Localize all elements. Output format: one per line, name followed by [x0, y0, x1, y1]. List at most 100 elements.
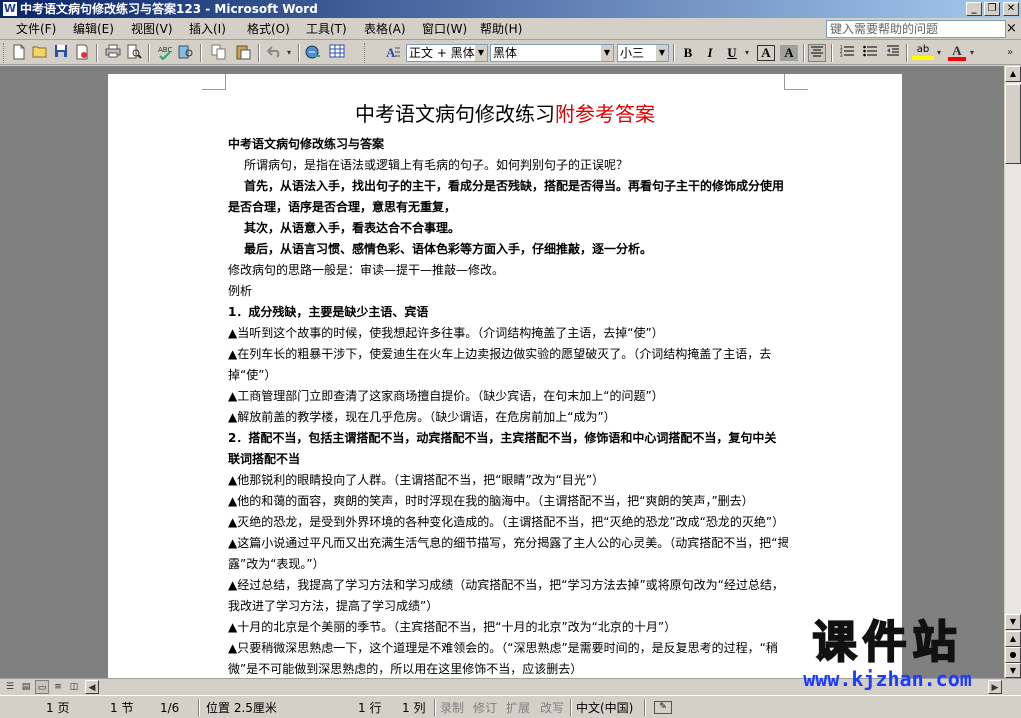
minimize-button[interactable]: _	[966, 2, 982, 16]
toolbar-separator	[148, 44, 150, 62]
margin-corner-top-right	[784, 74, 808, 90]
highlight-button[interactable]: ab	[912, 44, 934, 62]
status-ext[interactable]: 扩展	[506, 700, 530, 716]
highlight-dropdown-icon[interactable]: ▾	[934, 44, 944, 62]
bold-button[interactable]: B	[678, 44, 698, 62]
underline-dropdown-icon[interactable]: ▾	[742, 44, 752, 62]
menu-edit[interactable]: 编辑(E)	[70, 21, 117, 37]
toolbar-separator	[298, 44, 300, 62]
document-line: 最后，从语言习惯、感情色彩、语体色彩等方面入手，仔细推敲，逐一分析。	[244, 242, 653, 256]
save-icon[interactable]	[52, 44, 70, 62]
normal-view-icon[interactable]: ☰	[3, 680, 17, 694]
document-line: ▲灭绝的恐龙，是受到外界环境的各种变化造成的。（主谓搭配不当，把“灭绝的恐龙”改…	[228, 515, 785, 529]
help-search-input[interactable]: 键入需要帮助的问题	[826, 20, 1006, 38]
highlight-glyph: ab	[916, 44, 930, 55]
watermark-url: www.kjzhan.com	[803, 667, 972, 691]
font-select[interactable]: 黑体 ▼	[490, 44, 614, 62]
document-line: 1．成分残缺，主要是缺少主语、宾语	[228, 305, 429, 319]
scroll-left-icon[interactable]: ◀	[85, 680, 99, 694]
web-view-icon[interactable]: ▤	[19, 680, 33, 694]
menu-tools[interactable]: 工具(T)	[303, 21, 350, 37]
toolbar-separator	[258, 44, 260, 62]
menu-window[interactable]: 窗口(W)	[419, 21, 470, 37]
margin-corner-top-left	[202, 74, 226, 90]
open-folder-icon[interactable]	[31, 44, 49, 62]
char-border-button[interactable]: A	[757, 45, 775, 61]
status-line: 1 行	[358, 701, 382, 715]
menu-format[interactable]: 格式(O)	[244, 21, 293, 37]
spelling-icon[interactable]: ABC	[156, 44, 174, 62]
close-button[interactable]: ✕	[1003, 2, 1019, 16]
document-page[interactable]: 中考语文病句修改练习附参考答案 中考语文病句修改练习与答案 所谓病句，是指在语法或…	[108, 74, 902, 678]
reading-view-icon[interactable]: ◫	[67, 680, 81, 694]
undo-icon[interactable]	[266, 44, 284, 62]
font-select-value: 黑体	[493, 46, 518, 60]
vertical-scrollbar[interactable]: ▲ ▼ ▲ ● ▼	[1004, 66, 1021, 678]
toolbar-separator	[96, 44, 98, 62]
status-separator	[434, 699, 436, 716]
word-app-icon[interactable]: W	[3, 2, 17, 16]
research-icon[interactable]	[177, 44, 195, 62]
font-color-button[interactable]: A	[948, 44, 966, 62]
menu-view[interactable]: 视图(V)	[128, 21, 176, 37]
document-line: ▲解放前盖的教学楼，现在几乎危房。（缺少谓语，在危房前加上“成为”）	[228, 410, 616, 424]
numbering-icon[interactable]: 123	[838, 44, 856, 62]
toolbar-separator	[803, 44, 805, 62]
select-browse-object-icon[interactable]: ●	[1005, 647, 1021, 663]
char-shading-button[interactable]: A	[780, 45, 798, 61]
document-area: 中考语文病句修改练习附参考答案 中考语文病句修改练习与答案 所谓病句，是指在语法或…	[0, 66, 1004, 678]
print-layout-view-icon[interactable]: ▭	[35, 680, 49, 694]
toolbar-grip[interactable]	[364, 43, 367, 63]
toolbar-grip[interactable]	[3, 43, 6, 63]
print-icon[interactable]	[104, 44, 122, 62]
help-close-icon[interactable]: ×	[1006, 21, 1017, 37]
scroll-up-icon[interactable]: ▲	[1005, 66, 1021, 82]
style-select[interactable]: 正文 + 黑体 ▼	[406, 44, 488, 62]
spelling-status-icon[interactable]: ✎	[654, 701, 672, 714]
underline-button[interactable]: U	[722, 44, 742, 62]
font-color-glyph: A	[952, 43, 962, 58]
document-line: 所谓病句，是指在语法或逻辑上有毛病的句子。如何判别句子的正误呢？	[244, 158, 629, 172]
scroll-down-icon[interactable]: ▼	[1005, 614, 1021, 630]
document-line: 例析	[228, 284, 253, 298]
bullets-icon[interactable]	[861, 44, 879, 62]
new-doc-icon[interactable]	[10, 44, 28, 62]
italic-button[interactable]: I	[700, 44, 720, 62]
font-color-dropdown-icon[interactable]: ▾	[967, 44, 977, 62]
status-pages: 1/6	[160, 701, 180, 715]
status-trk[interactable]: 修订	[473, 700, 497, 716]
menu-insert[interactable]: 插入(I)	[186, 21, 229, 37]
table-icon[interactable]	[328, 44, 346, 62]
watermark-logo: 课件站 www.kjzhan.com	[770, 617, 1005, 698]
previous-page-icon[interactable]: ▲	[1005, 631, 1021, 647]
outline-view-icon[interactable]: ≡	[51, 680, 65, 694]
restore-button[interactable]: ❐	[984, 2, 1000, 16]
hyperlink-icon[interactable]	[304, 44, 322, 62]
next-page-icon[interactable]: ▼	[1005, 663, 1021, 678]
font-size-select[interactable]: 小三 ▼	[617, 44, 669, 62]
document-line: 我改进了学习方法，提高了学习成绩”）	[228, 599, 439, 613]
window-title: 中考语文病句修改练习与答案123 - Microsoft Word	[20, 2, 318, 16]
decrease-indent-icon[interactable]	[884, 44, 902, 62]
styles-icon[interactable]: A	[384, 44, 402, 62]
menu-bar: 文件(F) 编辑(E) 视图(V) 插入(I) 格式(O) 工具(T) 表格(A…	[0, 18, 1021, 40]
undo-dropdown-icon[interactable]: ▾	[284, 44, 294, 62]
menu-file[interactable]: 文件(F)	[13, 21, 59, 37]
copy-icon[interactable]	[210, 44, 228, 62]
menu-table[interactable]: 表格(A)	[361, 21, 409, 37]
align-center-icon[interactable]	[808, 44, 826, 62]
document-line: ▲当听到这个故事的时候，使我想起许多往事。（介词结构掩盖了主语，去掉“使”）	[228, 326, 664, 340]
paste-icon[interactable]	[234, 44, 252, 62]
print-preview-icon[interactable]	[125, 44, 143, 62]
document-body[interactable]: 中考语文病句修改练习与答案 所谓病句，是指在语法或逻辑上有毛病的句子。如何判别句子…	[228, 134, 788, 678]
toolbar-options-icon[interactable]: »	[1004, 44, 1016, 62]
status-ovr[interactable]: 改写	[540, 700, 564, 716]
status-rec[interactable]: 录制	[440, 700, 464, 716]
svg-text:A: A	[386, 45, 396, 60]
scroll-thumb[interactable]	[1005, 84, 1021, 164]
chevron-down-icon: ▼	[601, 45, 613, 61]
toolbar-separator	[200, 44, 202, 62]
document-line: ▲十月的北京是个美丽的季节。（主宾搭配不当，把“十月的北京”改为“北京的十月”）	[228, 620, 677, 634]
menu-help[interactable]: 帮助(H)	[477, 21, 525, 37]
permission-icon[interactable]	[73, 44, 91, 62]
